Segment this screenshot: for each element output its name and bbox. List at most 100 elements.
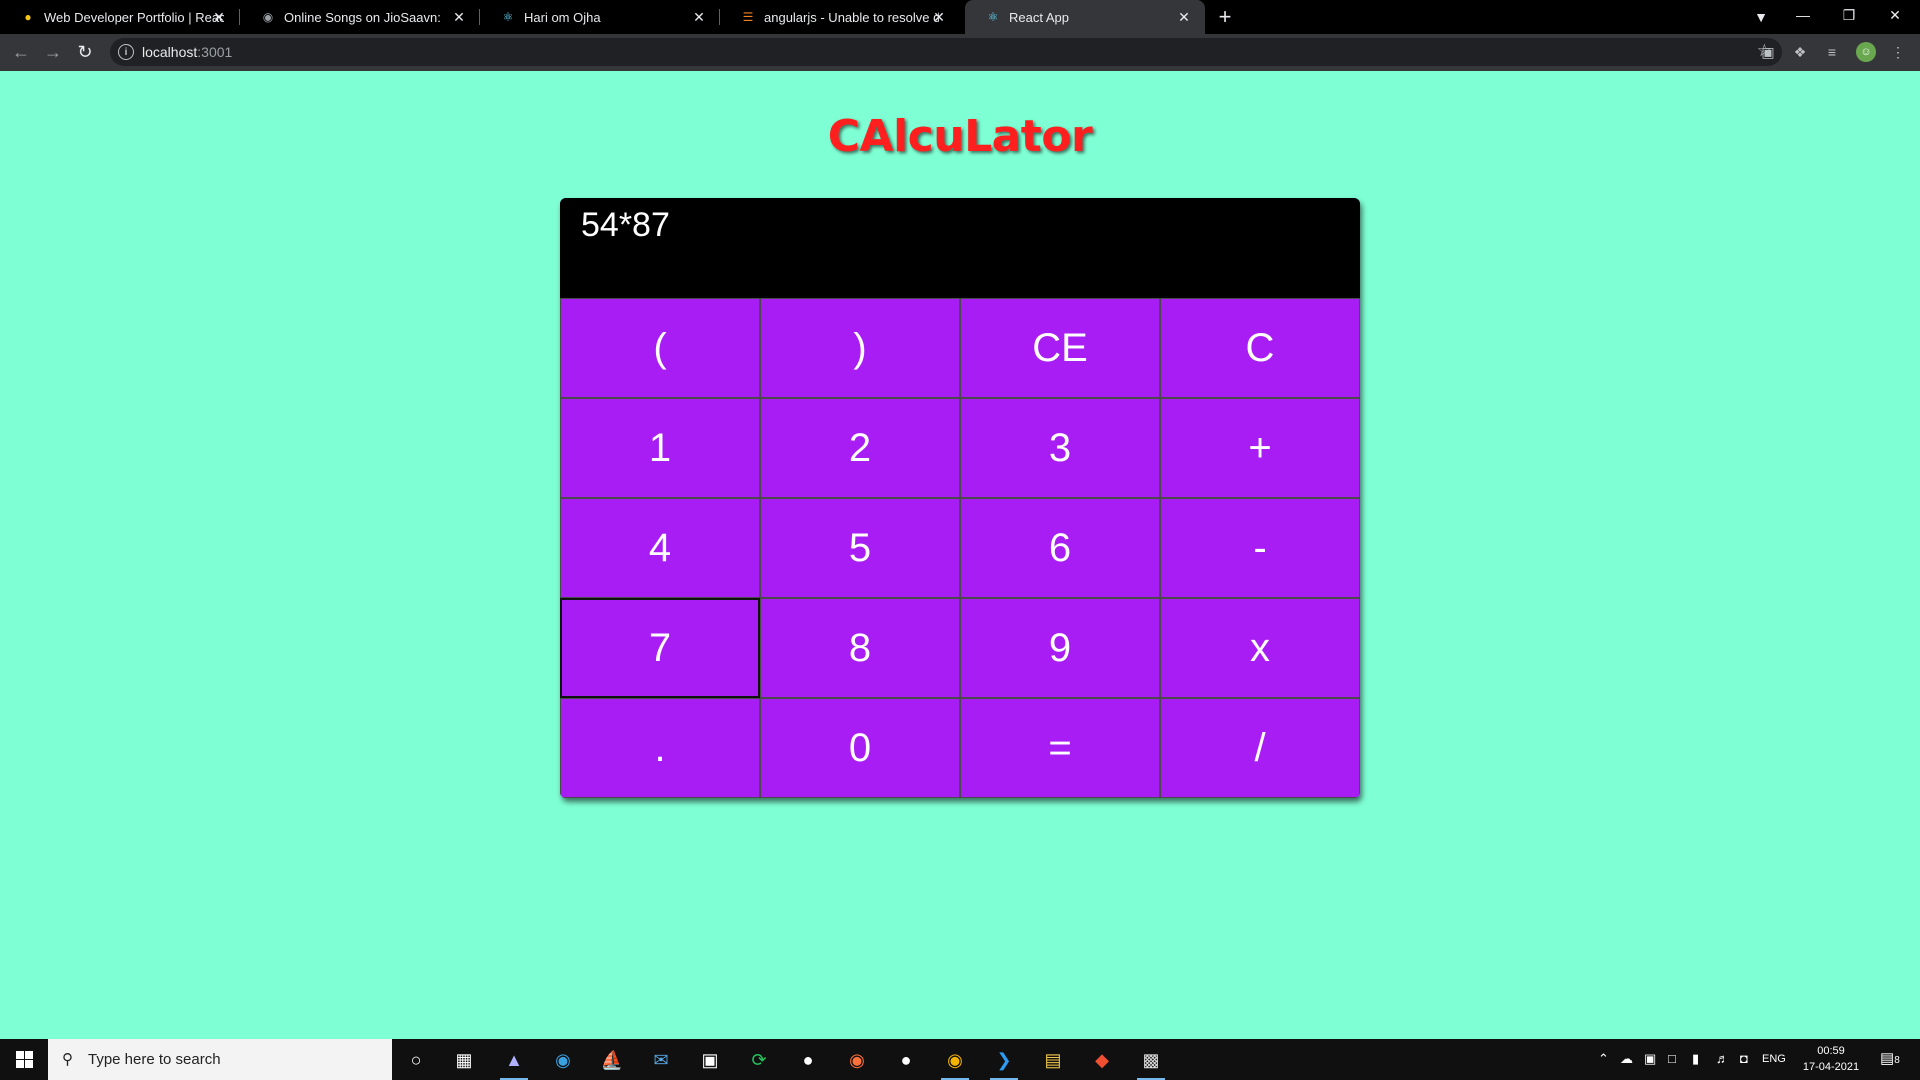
clock-date: 17-04-2021 xyxy=(1802,1061,1860,1073)
key-minus[interactable]: - xyxy=(1160,498,1360,598)
media-queue-icon[interactable]: ≡ xyxy=(1822,42,1842,62)
keypad: ( ) CE C 1 2 3 + 4 5 6 - 7 8 9 x . 0 = / xyxy=(560,298,1360,798)
avatar[interactable]: ☺ xyxy=(1856,42,1876,62)
tab-portfolio[interactable]: ● Web Developer Portfolio | React, ✕ xyxy=(0,0,240,34)
key-0[interactable]: 0 xyxy=(760,698,960,798)
tab-title: Online Songs on JioSaavn: D xyxy=(284,9,444,25)
screen-capture-icon[interactable]: □ xyxy=(1668,1051,1676,1066)
profile-menu-icon[interactable]: ▼ xyxy=(1738,2,1784,32)
key-close-paren[interactable]: ) xyxy=(760,298,960,398)
key-6[interactable]: 6 xyxy=(960,498,1160,598)
key-multiply[interactable]: x xyxy=(1160,598,1360,698)
device-icon[interactable]: ▣ xyxy=(1644,1051,1656,1067)
key-1[interactable]: 1 xyxy=(560,398,760,498)
key-5[interactable]: 5 xyxy=(760,498,960,598)
close-icon[interactable]: ✕ xyxy=(210,8,228,26)
close-icon[interactable]: ✕ xyxy=(930,8,948,26)
taskbar-search[interactable]: ⚲ Type here to search xyxy=(48,1039,392,1080)
tab-hari-om-ojha[interactable]: ⚛ Hari om Ojha ✕ xyxy=(480,0,720,34)
browser-toolbar: ← → ↻ i localhost:3001 ☆ ▣ ❖ ≡ ☺ ⋮ xyxy=(0,34,1920,71)
key-8[interactable]: 8 xyxy=(760,598,960,698)
site-info-icon[interactable]: i xyxy=(118,44,134,60)
display-expression: 54*87 xyxy=(581,206,670,244)
window-close-icon[interactable]: ✕ xyxy=(1872,0,1918,30)
key-decimal[interactable]: . xyxy=(560,698,760,798)
onedrive-icon[interactable]: ☁ xyxy=(1620,1051,1633,1067)
restore-icon[interactable]: ❐ xyxy=(1826,0,1872,30)
app-icon[interactable]: ▲ xyxy=(494,1044,534,1080)
edge-icon[interactable]: ◉ xyxy=(543,1044,583,1076)
minimize-icon[interactable]: — xyxy=(1780,0,1826,30)
lightbulb-icon: ● xyxy=(24,10,32,24)
url-text: localhost:3001 xyxy=(142,44,232,60)
key-7[interactable]: 7 xyxy=(560,598,760,698)
clock-time: 00:59 xyxy=(1817,1045,1845,1057)
key-2[interactable]: 2 xyxy=(760,398,960,498)
tab-title: Hari om Ojha xyxy=(524,9,601,25)
tab-react-app[interactable]: ⚛ React App ✕ xyxy=(965,0,1205,34)
address-bar[interactable]: i localhost:3001 ☆ xyxy=(110,38,1782,66)
extensions-icon[interactable]: ❖ xyxy=(1790,42,1810,62)
search-icon: ⚲ xyxy=(62,1051,73,1068)
mail-icon[interactable]: ✉ xyxy=(641,1044,681,1076)
key-4[interactable]: 4 xyxy=(560,498,760,598)
key-divide[interactable]: / xyxy=(1160,698,1360,798)
tab-title: Web Developer Portfolio | React, xyxy=(44,9,224,25)
key-9[interactable]: 9 xyxy=(960,598,1160,698)
url-host: localhost xyxy=(142,44,198,60)
calculator-display: 54*87 xyxy=(560,198,1360,298)
wifi-icon[interactable]: ◘ xyxy=(1740,1051,1748,1066)
close-icon[interactable]: ✕ xyxy=(450,8,468,26)
windows-logo-icon xyxy=(15,1051,33,1068)
task-view-icon[interactable]: ▦ xyxy=(444,1044,484,1076)
volume-icon[interactable]: ♬ xyxy=(1716,1051,1729,1066)
key-equals[interactable]: = xyxy=(960,698,1160,798)
spinner-app-icon[interactable]: ⟳ xyxy=(739,1044,779,1076)
close-icon[interactable]: ✕ xyxy=(690,8,708,26)
app-circle-icon[interactable]: ● xyxy=(886,1044,926,1076)
new-tab-button[interactable]: + xyxy=(1212,4,1238,30)
url-port: :3001 xyxy=(197,44,233,60)
search-placeholder: Type here to search xyxy=(88,1051,221,1068)
page-viewport: CAlcuLator 54*87 ( ) CE C 1 2 3 + 4 5 6 … xyxy=(0,71,1920,1039)
jiosaavn-icon: ◉ xyxy=(262,10,274,24)
react-icon: ⚛ xyxy=(502,10,514,24)
windows-start-button[interactable] xyxy=(0,1039,48,1080)
stackoverflow-icon: ☰ xyxy=(742,10,754,24)
camera-icon[interactable]: ▣ xyxy=(1758,42,1778,62)
tab-strip: ● Web Developer Portfolio | React, ✕ ◉ O… xyxy=(0,0,1920,34)
cortana-icon[interactable]: ○ xyxy=(396,1044,436,1076)
key-clear[interactable]: C xyxy=(1160,298,1360,398)
tab-stackoverflow[interactable]: ☰ angularjs - Unable to resolve dep ✕ xyxy=(720,0,960,34)
firefox-icon[interactable]: ◉ xyxy=(837,1044,877,1076)
back-icon[interactable]: ← xyxy=(9,40,33,64)
git-icon[interactable]: ◆ xyxy=(1082,1044,1122,1076)
key-open-paren[interactable]: ( xyxy=(560,298,760,398)
store-icon[interactable]: ▣ xyxy=(690,1044,730,1076)
reload-icon[interactable]: ↻ xyxy=(73,40,97,64)
system-clock[interactable]: 00:59 17-04-2021 xyxy=(1786,1043,1876,1075)
tab-title: React App xyxy=(1009,9,1069,25)
forward-icon[interactable]: → xyxy=(41,40,65,64)
calculator: 54*87 ( ) CE C 1 2 3 + 4 5 6 - 7 8 9 x .… xyxy=(560,198,1360,798)
kebab-menu-icon[interactable]: ⋮ xyxy=(1888,42,1908,62)
vscode-icon[interactable]: ❯ xyxy=(984,1044,1024,1080)
page-title: CAlcuLator xyxy=(827,111,1093,162)
close-icon[interactable]: ✕ xyxy=(1175,8,1193,26)
key-clear-entry[interactable]: CE xyxy=(960,298,1160,398)
tab-title: angularjs - Unable to resolve dep xyxy=(764,9,939,25)
chrome-icon[interactable]: ◉ xyxy=(935,1044,975,1080)
file-explorer-icon[interactable]: ▤ xyxy=(1033,1044,1073,1076)
notification-icon: ▤ xyxy=(1880,1050,1895,1067)
language-indicator[interactable]: ENG xyxy=(1762,1053,1786,1065)
tray-overflow-icon[interactable]: ⌃ xyxy=(1598,1051,1609,1067)
writer-icon[interactable]: ● xyxy=(788,1044,828,1076)
tab-jiosaavn[interactable]: ◉ Online Songs on JioSaavn: D ✕ xyxy=(240,0,480,34)
ship-icon[interactable]: ⛵ xyxy=(592,1044,632,1076)
key-3[interactable]: 3 xyxy=(960,398,1160,498)
terminal-icon[interactable]: ▩ xyxy=(1131,1044,1171,1080)
notification-count: 8 xyxy=(1894,1055,1900,1066)
key-plus[interactable]: + xyxy=(1160,398,1360,498)
battery-icon[interactable]: ▮ xyxy=(1692,1051,1699,1067)
notification-center[interactable]: ▤8 xyxy=(1880,1049,1900,1067)
